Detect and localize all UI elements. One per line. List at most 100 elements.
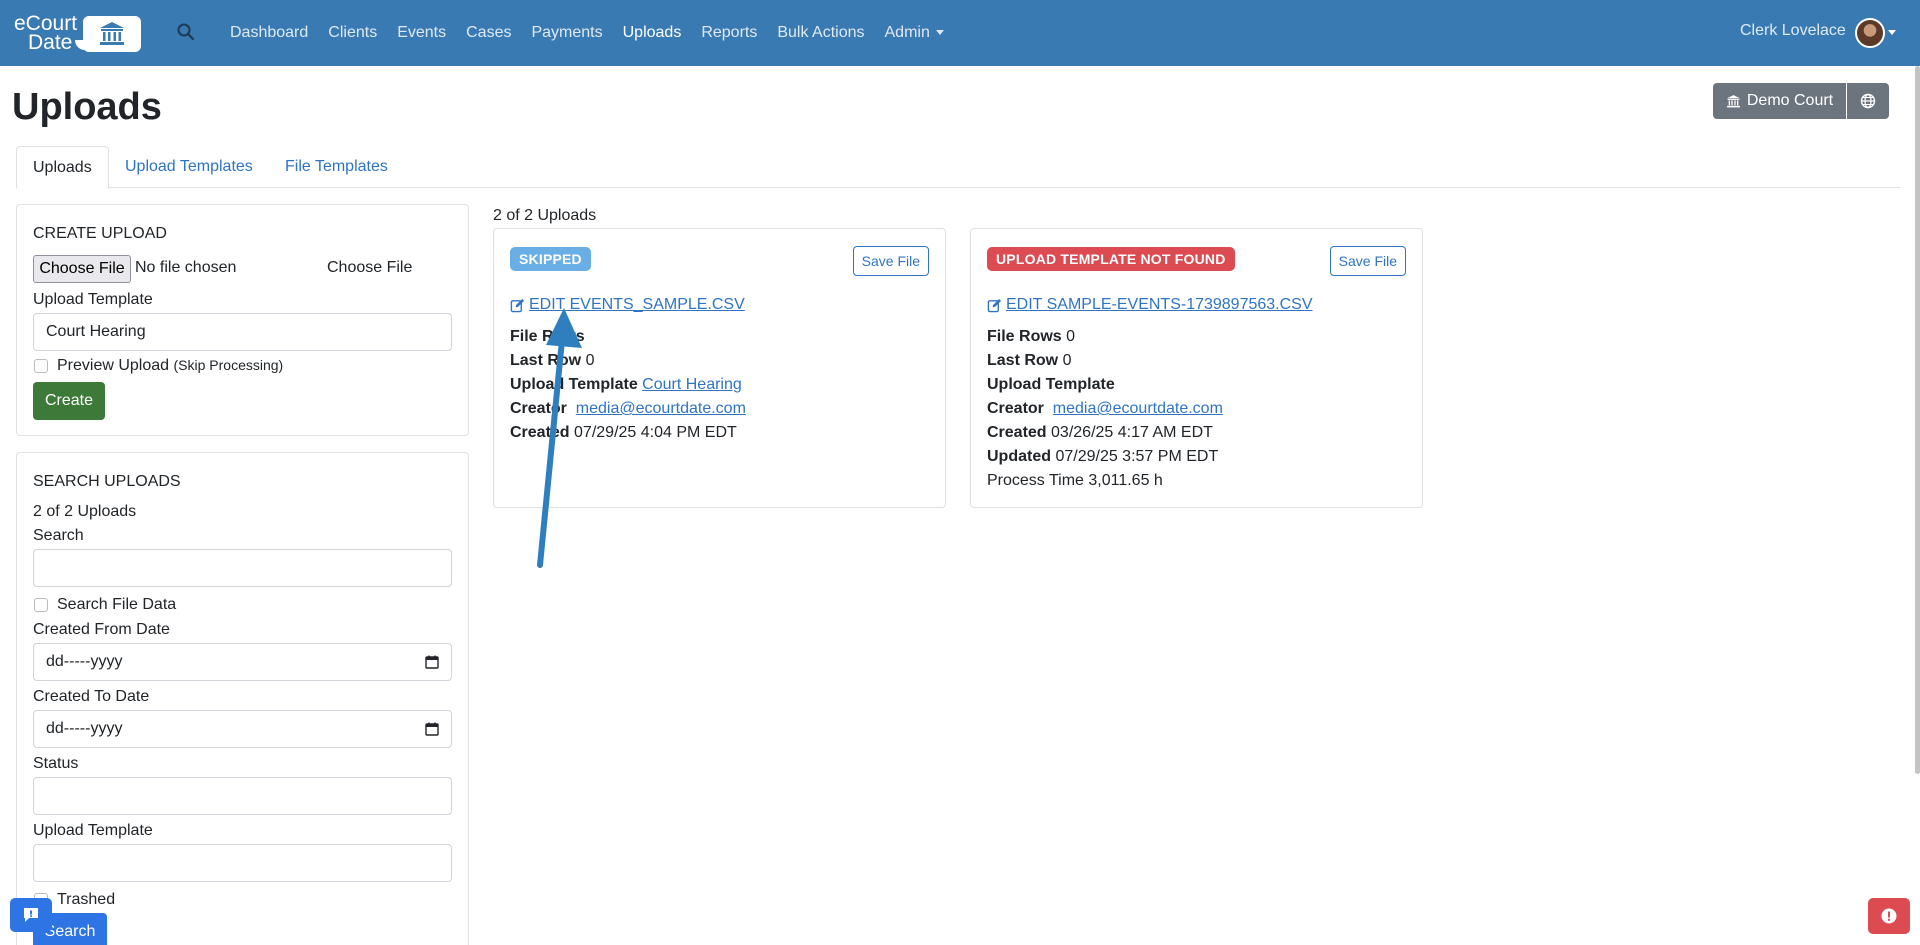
last-row-row: Last Row 0: [510, 352, 594, 370]
edit-upload-link[interactable]: EDIT SAMPLE-EVENTS-1739897563.CSV: [987, 296, 1313, 314]
created-to-placeholder: dd-----yyyy: [46, 720, 123, 737]
brand-logo[interactable]: eCourt Date: [14, 13, 141, 54]
search-file-data-checkbox[interactable]: [34, 598, 48, 612]
page-scrollbar[interactable]: [1915, 66, 1920, 774]
creator-link[interactable]: media@ecourtdate.com: [1053, 400, 1223, 417]
nav-admin-label: Admin: [884, 24, 930, 41]
nav-uploads[interactable]: Uploads: [623, 24, 682, 42]
upload-template-link[interactable]: Court Hearing: [642, 376, 742, 393]
search-uploads-panel: SEARCH UPLOADS 2 of 2 Uploads Search Sea…: [16, 452, 469, 945]
creator-row: Creator media@ecourtdate.com: [987, 400, 1223, 418]
process-time-label: Process Time: [987, 472, 1084, 489]
file-rows-label: File Rows: [510, 328, 585, 345]
search-uploads-heading: SEARCH UPLOADS: [33, 473, 181, 490]
search-template-label: Upload Template: [33, 822, 153, 839]
logo-text: eCourt Date: [14, 13, 77, 54]
last-row-label: Last Row: [987, 352, 1059, 369]
search-icon[interactable]: [176, 22, 196, 42]
file-status: No file chosen: [135, 259, 237, 276]
edit-upload-label: EDIT EVENTS_SAMPLE.CSV: [529, 296, 745, 313]
search-file-data-label[interactable]: Search File Data: [57, 596, 176, 614]
status-badge: UPLOAD TEMPLATE NOT FOUND: [987, 247, 1235, 271]
page-title: Uploads: [12, 86, 162, 128]
choose-file-button[interactable]: Choose File: [33, 255, 131, 283]
upload-template-row: Upload Template Court Hearing: [510, 376, 742, 394]
updated-value: 07/29/25 3:57 PM EDT: [1055, 448, 1219, 465]
choose-file-label[interactable]: Choose File: [327, 259, 412, 277]
nav-bulk-actions[interactable]: Bulk Actions: [777, 24, 864, 42]
alert-button[interactable]: [1868, 898, 1910, 934]
created-row: Created 07/29/25 4:04 PM EDT: [510, 424, 737, 442]
bank-icon: [75, 16, 141, 52]
save-file-button[interactable]: Save File: [1329, 246, 1406, 276]
created-value: 07/29/25 4:04 PM EDT: [574, 424, 737, 441]
nav-clients[interactable]: Clients: [328, 24, 377, 42]
preview-upload-text: Preview Upload: [57, 357, 170, 374]
globe-icon: [1860, 93, 1876, 109]
calendar-icon[interactable]: [425, 722, 439, 736]
created-label: Created: [510, 424, 570, 441]
process-time-row: Process Time 3,011.65 h: [987, 472, 1163, 490]
file-rows-row: File Rows: [510, 328, 585, 346]
edit-upload-label: EDIT SAMPLE-EVENTS-1739897563.CSV: [1006, 296, 1313, 313]
nav-admin[interactable]: Admin: [885, 24, 944, 42]
create-button[interactable]: Create: [33, 382, 105, 420]
tab-file-templates[interactable]: File Templates: [269, 146, 404, 188]
demo-court-button[interactable]: Demo Court: [1713, 83, 1846, 119]
updated-label: Updated: [987, 448, 1051, 465]
upload-template-label: Upload Template: [987, 376, 1115, 393]
chevron-down-icon[interactable]: [1888, 30, 1896, 35]
create-upload-heading: CREATE UPLOAD: [33, 225, 167, 242]
preview-upload-note: (Skip Processing): [173, 357, 284, 373]
created-from-placeholder: dd-----yyyy: [46, 653, 123, 670]
created-row: Created 03/26/25 4:17 AM EDT: [987, 424, 1213, 442]
last-row-row: Last Row 0: [987, 352, 1071, 370]
search-input[interactable]: [33, 549, 452, 587]
search-count: 2 of 2 Uploads: [33, 503, 137, 520]
preview-upload-label[interactable]: Preview Upload (Skip Processing): [57, 357, 283, 375]
created-to-date-input[interactable]: dd-----yyyy: [33, 710, 452, 748]
bank-icon: [1726, 94, 1740, 107]
user-name[interactable]: Clerk Lovelace: [1740, 22, 1846, 40]
edit-icon: [987, 298, 1002, 312]
tab-uploads[interactable]: Uploads: [16, 146, 109, 189]
chevron-down-icon: [935, 30, 944, 36]
last-row-label: Last Row: [510, 352, 582, 369]
updated-row: Updated 07/29/25 3:57 PM EDT: [987, 448, 1218, 466]
creator-link[interactable]: media@ecourtdate.com: [576, 400, 746, 417]
upload-template-label: Upload Template: [33, 291, 153, 308]
upload-template-select[interactable]: Court Hearing: [33, 313, 452, 351]
last-row-value: 0: [585, 352, 595, 369]
created-from-label: Created From Date: [33, 621, 170, 638]
upload-card: UPLOAD TEMPLATE NOT FOUND Save File EDIT…: [970, 228, 1423, 508]
status-select[interactable]: [33, 777, 452, 815]
nav-dashboard[interactable]: Dashboard: [230, 24, 308, 42]
creator-row: Creator media@ecourtdate.com: [510, 400, 746, 418]
nav-payments[interactable]: Payments: [531, 24, 602, 42]
upload-card: SKIPPED Save File EDIT EVENTS_SAMPLE.CSV…: [493, 228, 946, 508]
uploads-tabs: Uploads Upload Templates File Templates: [16, 146, 1900, 189]
avatar[interactable]: [1855, 18, 1885, 48]
chat-icon: [24, 908, 38, 922]
alert-icon: [1881, 908, 1897, 924]
search-template-select[interactable]: [33, 844, 452, 882]
upload-template-row: Upload Template: [987, 376, 1115, 394]
top-navbar: eCourt Date Dashboard Clients Events Cas…: [0, 0, 1920, 66]
nav-events[interactable]: Events: [397, 24, 446, 42]
tab-upload-templates[interactable]: Upload Templates: [109, 146, 269, 188]
nav-reports[interactable]: Reports: [701, 24, 757, 42]
trashed-label[interactable]: Trashed: [57, 891, 115, 909]
edit-upload-link[interactable]: EDIT EVENTS_SAMPLE.CSV: [510, 296, 745, 314]
status-label: Status: [33, 755, 79, 772]
demo-court-label: Demo Court: [1746, 92, 1834, 109]
nav-cases[interactable]: Cases: [466, 24, 511, 42]
file-rows-row: File Rows 0: [987, 328, 1075, 346]
preview-upload-checkbox[interactable]: [34, 359, 48, 373]
calendar-icon[interactable]: [425, 655, 439, 669]
chat-button[interactable]: [10, 898, 52, 932]
logo-line2: Date: [28, 31, 73, 54]
save-file-button[interactable]: Save File: [852, 246, 929, 276]
created-from-date-input[interactable]: dd-----yyyy: [33, 643, 452, 681]
globe-button[interactable]: [1847, 83, 1889, 119]
nav-links: Dashboard Clients Events Cases Payments …: [230, 0, 964, 66]
